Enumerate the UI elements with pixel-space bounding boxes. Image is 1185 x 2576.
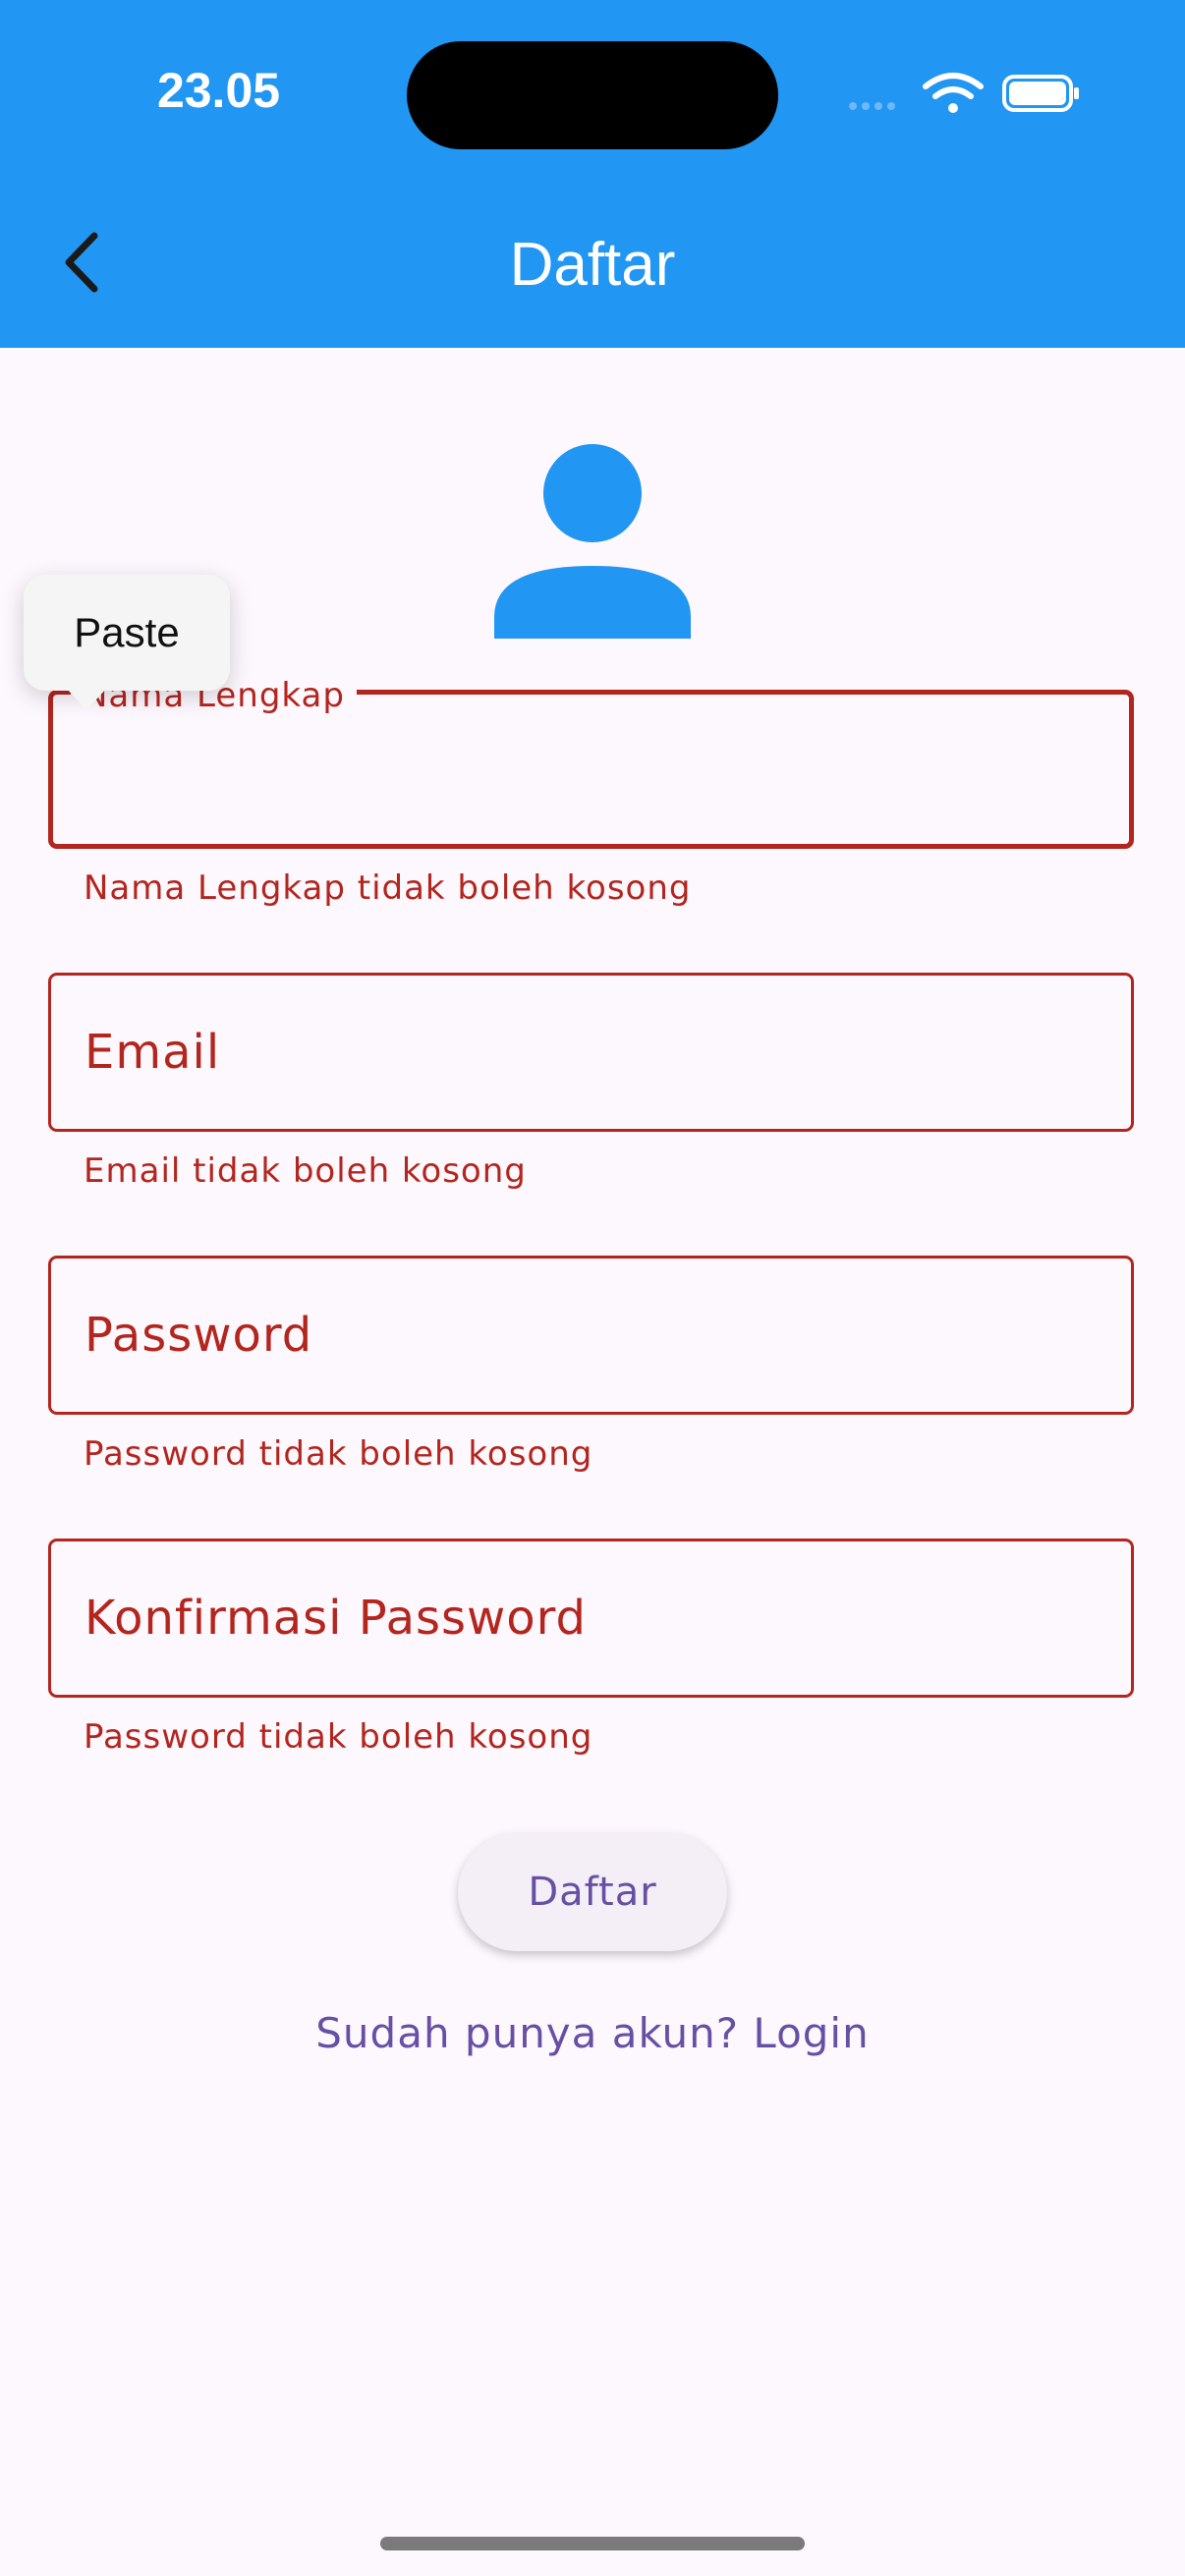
app-bar: 23.05 Daftar: [0, 0, 1185, 348]
battery-icon: [1002, 75, 1079, 112]
full-name-error: Nama Lengkap tidak boleh kosong: [84, 868, 692, 908]
confirm-password-error: Password tidak boleh kosong: [84, 1717, 593, 1757]
page-title: Daftar: [509, 231, 676, 299]
login-link[interactable]: Sudah punya akun? Login: [197, 2004, 988, 2063]
home-indicator: [380, 2537, 805, 2550]
paste-menu-item[interactable]: Paste: [24, 575, 230, 710]
register-button[interactable]: Daftar: [458, 1833, 727, 1951]
back-button[interactable]: [39, 218, 128, 307]
person-icon: [491, 442, 694, 644]
full-name-input[interactable]: [53, 695, 1129, 844]
confirm-password-input[interactable]: [51, 1541, 1131, 1695]
password-error: Password tidak boleh kosong: [84, 1434, 593, 1474]
email-field[interactable]: Email: [48, 973, 1134, 1132]
email-error: Email tidak boleh kosong: [84, 1151, 527, 1191]
confirm-password-field[interactable]: Konfirmasi Password: [48, 1539, 1134, 1698]
wifi-icon: [923, 73, 984, 113]
email-input[interactable]: [51, 976, 1131, 1129]
password-field[interactable]: Password: [48, 1256, 1134, 1415]
cellular-signal-icon: [849, 102, 895, 110]
status-time: 23.05: [156, 63, 281, 118]
status-icons: [845, 69, 1081, 118]
chevron-left-icon: [65, 232, 98, 293]
dynamic-island: [407, 41, 778, 149]
password-input[interactable]: [51, 1259, 1131, 1412]
